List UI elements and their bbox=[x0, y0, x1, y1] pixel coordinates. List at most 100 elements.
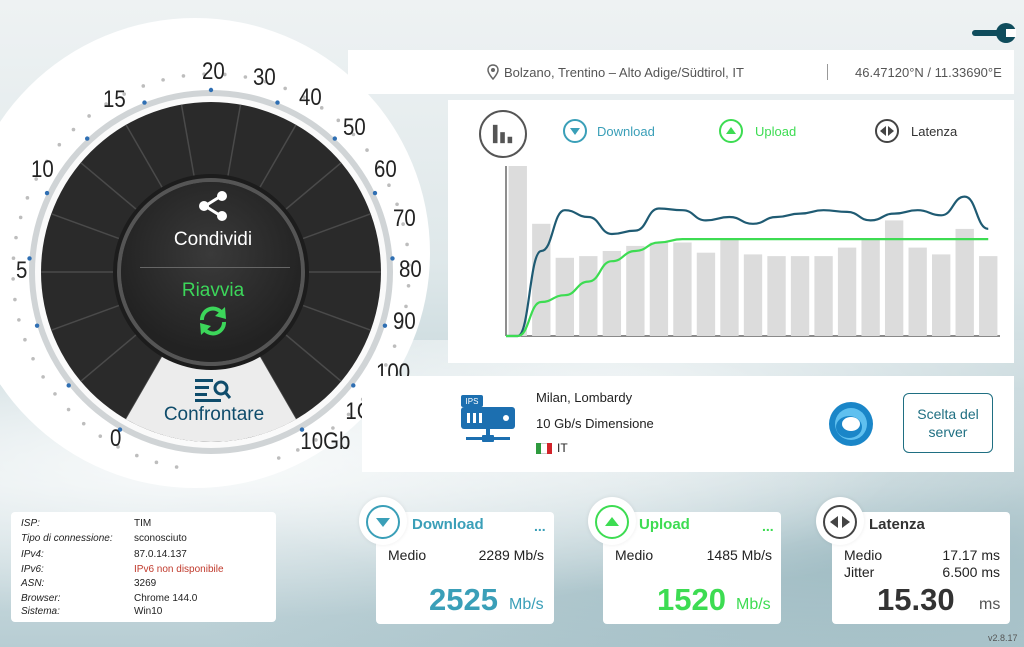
gauge-scale-dot bbox=[154, 460, 159, 465]
gauge-scale-dot bbox=[31, 356, 35, 361]
gauge-scale-dot bbox=[181, 74, 186, 78]
latency-avg-value: 17.17 ms bbox=[942, 547, 1000, 563]
chart-bar bbox=[955, 228, 974, 336]
chart-bar bbox=[790, 256, 810, 336]
download-card-title: Download bbox=[412, 516, 484, 533]
location-coordinates: 46.47120°N / 11.33690°E bbox=[855, 65, 1002, 80]
chart-bar bbox=[979, 256, 998, 336]
gauge-scale-dot bbox=[81, 421, 86, 426]
upload-card-title: Upload bbox=[639, 516, 690, 533]
legend-latency-label: Latenza bbox=[911, 124, 958, 139]
chart-bar bbox=[743, 254, 763, 336]
gauge-scale-dot bbox=[11, 277, 15, 281]
chart-bar bbox=[720, 239, 739, 336]
restart-button[interactable]: Riavvia bbox=[150, 280, 276, 302]
ipv4-label: IPv4: bbox=[21, 549, 44, 560]
legend-latency[interactable]: Latenza bbox=[875, 119, 965, 145]
server-capacity: 10 Gb/s Dimensione bbox=[536, 416, 654, 431]
server-country: IT bbox=[557, 441, 568, 455]
gauge-scale-dot bbox=[66, 407, 71, 412]
ipv4-value: 87.0.14.137 bbox=[134, 549, 187, 560]
gauge-tick-marker bbox=[27, 256, 32, 261]
gauge-label-0: 0 bbox=[110, 425, 122, 452]
gauge-scale-dot bbox=[295, 448, 300, 452]
gauge-label-40: 40 bbox=[299, 84, 322, 111]
jitter-label: Jitter bbox=[844, 564, 875, 580]
gauge-tick-marker bbox=[44, 190, 50, 196]
share-button[interactable]: Condividi bbox=[150, 229, 276, 251]
asn-value: 3269 bbox=[134, 578, 157, 589]
gauge-label-10: 10 bbox=[31, 156, 54, 183]
download-more-button[interactable]: ... bbox=[534, 518, 546, 534]
gauge-tick-marker bbox=[208, 87, 214, 93]
refresh-icon[interactable] bbox=[196, 304, 230, 338]
gauge-scale-dot bbox=[11, 256, 16, 260]
share-icon[interactable] bbox=[195, 188, 231, 224]
gauge-tick-marker bbox=[142, 100, 147, 105]
chart-bar bbox=[932, 254, 951, 336]
gauge-tick-marker bbox=[372, 190, 378, 196]
gauge-tick-marker bbox=[275, 100, 280, 105]
compare-list-icon[interactable] bbox=[195, 377, 231, 403]
bar-chart-icon bbox=[492, 124, 513, 144]
chart-toggle-button[interactable] bbox=[479, 110, 527, 158]
gauge-label-90: 90 bbox=[393, 308, 416, 335]
gauge-scale-dot bbox=[17, 318, 21, 322]
browser-value: Chrome 144.0 bbox=[134, 593, 198, 604]
asn-label: ASN: bbox=[21, 578, 45, 589]
location-city: Bolzano, Trentino – Alto Adige/Südtirol,… bbox=[504, 65, 744, 80]
upload-avg-label: Medio bbox=[615, 547, 654, 563]
gauge-tick-marker bbox=[382, 323, 388, 328]
gauge-scale-dot bbox=[283, 86, 287, 91]
italy-flag-icon bbox=[536, 443, 552, 454]
chart-bar bbox=[579, 256, 598, 336]
upload-avg-value: 1485 Mb/s bbox=[706, 547, 772, 563]
gauge-tick-marker bbox=[85, 136, 90, 141]
upload-more-button[interactable]: ... bbox=[762, 518, 774, 534]
gauge-scale-dot bbox=[41, 375, 45, 379]
gauge-scale-dot bbox=[336, 118, 341, 123]
gauge-tick-marker bbox=[390, 256, 395, 261]
gauge-label-20: 20 bbox=[202, 58, 225, 85]
system-value: Win10 bbox=[134, 606, 163, 617]
gauge-scale-dot bbox=[87, 114, 91, 118]
legend-download-label: Download bbox=[597, 124, 655, 139]
version-label: v2.8.17 bbox=[988, 633, 1018, 643]
latency-icon bbox=[875, 119, 899, 143]
svg-text:IPS: IPS bbox=[466, 397, 479, 406]
gauge-scale-dot bbox=[23, 337, 27, 342]
connection-type-value: sconosciuto bbox=[134, 533, 187, 544]
gauge-label-5: 5 bbox=[16, 257, 28, 284]
settings-wrench-icon[interactable] bbox=[972, 22, 1016, 44]
gauge-scale-dot bbox=[135, 453, 139, 458]
chart-bar bbox=[508, 166, 527, 336]
isp-value: TIM bbox=[134, 518, 152, 529]
gauge-scale-dot bbox=[141, 84, 146, 88]
gauge-scale-dot bbox=[14, 235, 18, 240]
gauge-scale-dot bbox=[405, 242, 409, 247]
gauge-label-60: 60 bbox=[374, 156, 397, 183]
gauge-scale-dot bbox=[392, 344, 397, 348]
gauge-tick-marker bbox=[332, 136, 337, 141]
gauge-scale-dot bbox=[365, 148, 369, 152]
gauge-scale-dot bbox=[13, 297, 17, 302]
latency-avg-label: Medio bbox=[844, 547, 883, 563]
server-ips-icon: IPS bbox=[461, 395, 515, 442]
select-server-button[interactable]: Scelta del server bbox=[903, 393, 993, 453]
legend-upload[interactable]: Upload bbox=[719, 119, 809, 145]
gauge-scale-dot bbox=[161, 78, 165, 82]
chart-bar bbox=[861, 239, 880, 336]
download-arrow-icon bbox=[563, 119, 587, 143]
latency-unit: ms bbox=[979, 596, 1001, 613]
gauge-scale-dot bbox=[18, 215, 23, 220]
chart-bar bbox=[673, 242, 692, 336]
upload-value: 1520 bbox=[657, 582, 726, 617]
latency-card-icon bbox=[823, 505, 857, 539]
compare-button[interactable]: Confrontare bbox=[150, 404, 278, 426]
legend-download[interactable]: Download bbox=[563, 119, 663, 145]
legend-upload-label: Upload bbox=[755, 124, 797, 139]
jitter-value: 6.500 ms bbox=[942, 564, 1000, 580]
isp-info-panel: ISP: TIM Tipo di connessione: sconosciut… bbox=[11, 512, 276, 622]
gauge-scale-dot bbox=[243, 75, 248, 79]
gauge-label-10gb: 10Gb bbox=[300, 428, 351, 455]
